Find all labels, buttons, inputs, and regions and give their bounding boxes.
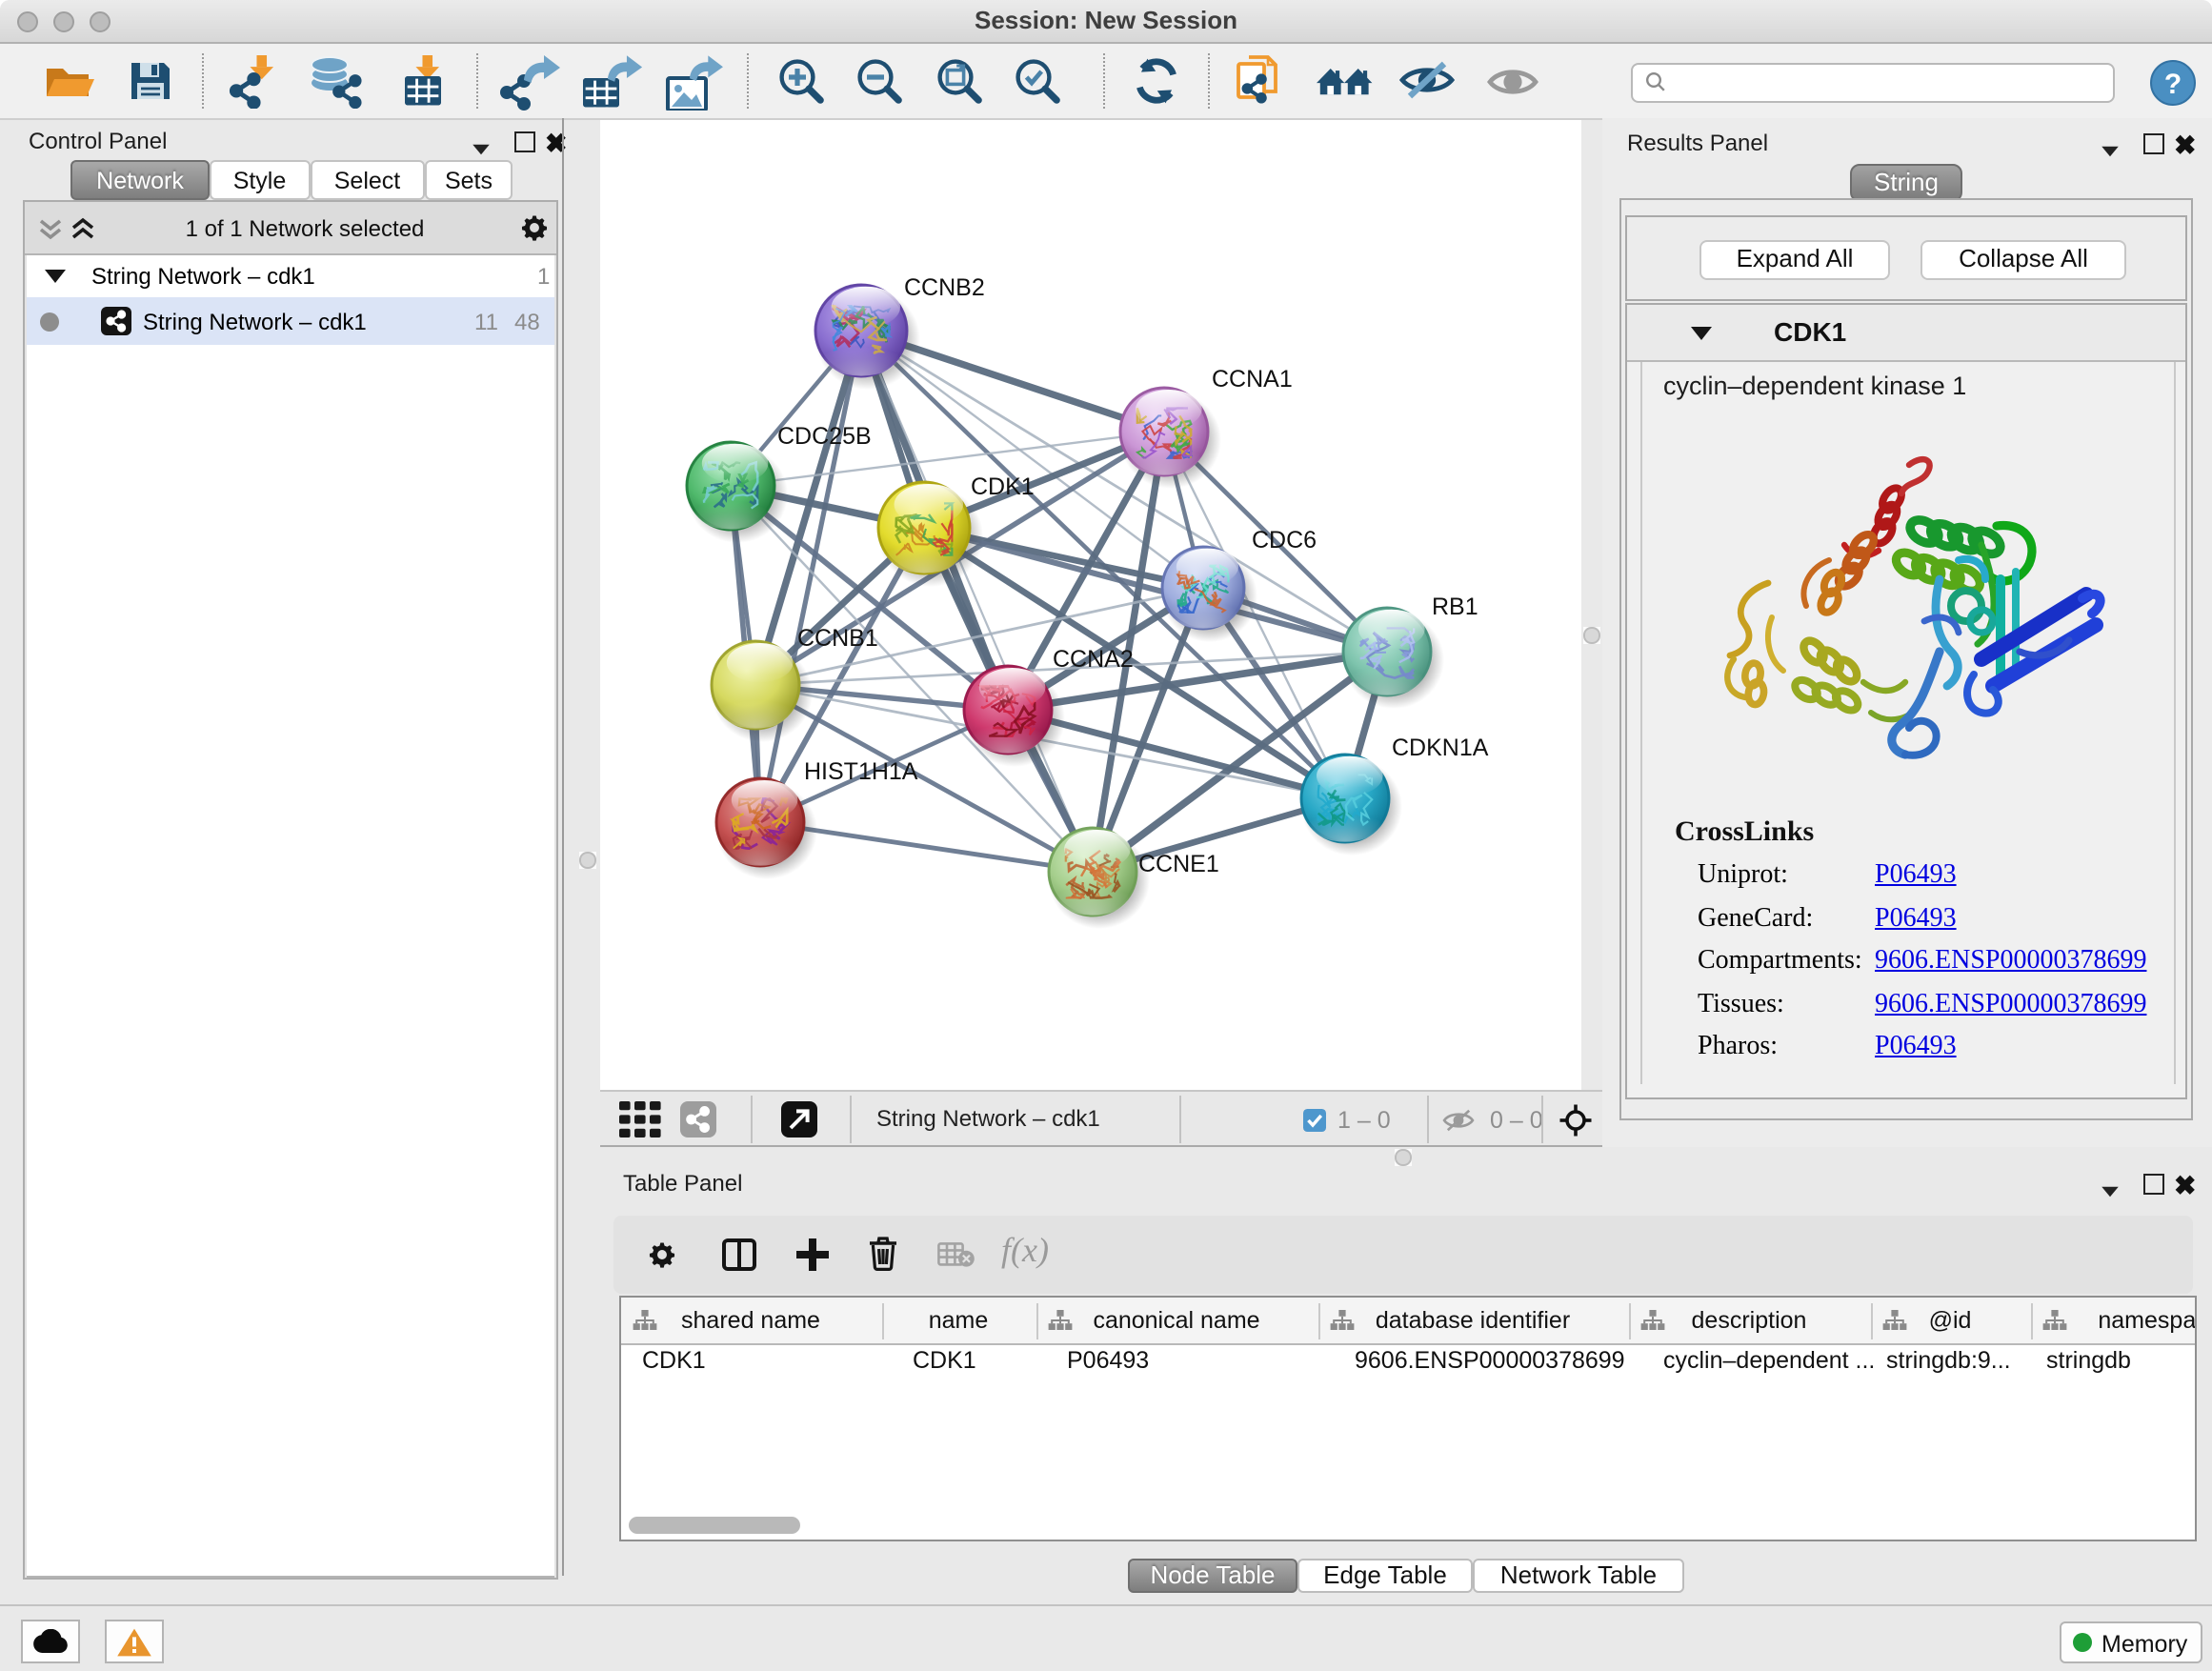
svg-text:CCNA2: CCNA2 (1053, 646, 1134, 673)
svg-text:RB1: RB1 (1432, 594, 1478, 620)
svg-text:CDKN1A: CDKN1A (1392, 735, 1489, 761)
svg-text:CCNB2: CCNB2 (904, 274, 985, 301)
svg-text:HIST1H1A: HIST1H1A (804, 758, 918, 785)
svg-text:CCNB1: CCNB1 (797, 625, 878, 652)
svg-text:CDK1: CDK1 (971, 473, 1035, 500)
svg-text:CDC6: CDC6 (1252, 527, 1317, 554)
svg-text:CCNA1: CCNA1 (1212, 366, 1293, 393)
svg-text:?: ? (2164, 69, 2182, 100)
svg-text:CCNE1: CCNE1 (1138, 851, 1219, 877)
svg-text:CDC25B: CDC25B (777, 423, 872, 450)
